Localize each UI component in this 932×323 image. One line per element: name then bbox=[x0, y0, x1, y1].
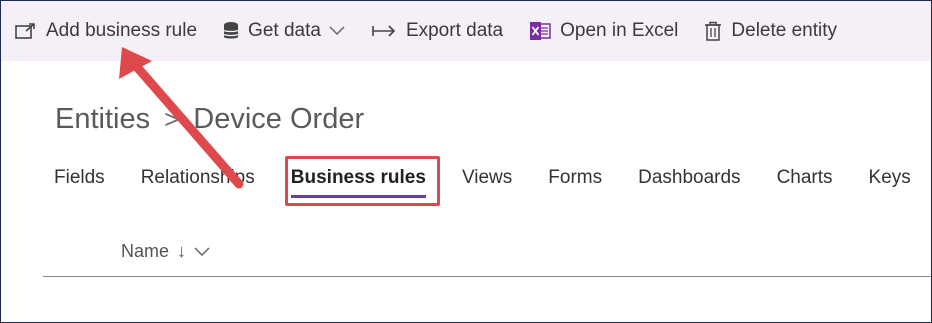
trash-icon bbox=[704, 21, 722, 41]
export-data-label: Export data bbox=[405, 20, 504, 41]
tab-relationships[interactable]: Relationships bbox=[141, 167, 255, 189]
add-business-rule-button[interactable]: Add business rule bbox=[15, 20, 197, 42]
database-icon bbox=[223, 21, 239, 41]
entity-tabs: Fields Relationships Business rules View… bbox=[54, 167, 931, 198]
open-in-excel-label: Open in Excel bbox=[560, 20, 679, 41]
tab-keys[interactable]: Keys bbox=[869, 167, 911, 189]
sort-descending-icon: ↓ bbox=[177, 241, 187, 261]
tab-charts[interactable]: Charts bbox=[777, 167, 833, 189]
command-bar: Add business rule Get data Export data O… bbox=[1, 1, 931, 61]
excel-icon bbox=[529, 21, 551, 41]
breadcrumb-separator: > bbox=[164, 104, 180, 134]
app-frame: Add business rule Get data Export data O… bbox=[0, 0, 932, 323]
delete-entity-button[interactable]: Delete entity bbox=[704, 20, 837, 42]
open-in-excel-button[interactable]: Open in Excel bbox=[529, 20, 678, 42]
tab-views[interactable]: Views bbox=[462, 167, 512, 189]
breadcrumb-current: Device Order bbox=[193, 103, 365, 135]
chevron-down-icon[interactable] bbox=[329, 26, 345, 36]
chevron-down-icon[interactable] bbox=[194, 246, 210, 257]
breadcrumb-root[interactable]: Entities bbox=[55, 103, 150, 136]
get-data-label: Get data bbox=[248, 20, 321, 41]
annotation-highlight-box bbox=[285, 156, 440, 206]
list-header-divider bbox=[43, 276, 931, 277]
name-column-header[interactable]: Name ↓ bbox=[121, 241, 210, 262]
tab-fields[interactable]: Fields bbox=[54, 167, 105, 189]
name-column-label: Name bbox=[121, 241, 170, 261]
breadcrumb: Entities > Device Order bbox=[55, 103, 364, 136]
export-arrow-icon bbox=[371, 24, 397, 38]
export-data-button[interactable]: Export data bbox=[371, 20, 503, 42]
add-rule-icon bbox=[15, 22, 37, 40]
add-business-rule-label: Add business rule bbox=[46, 20, 198, 41]
get-data-button[interactable]: Get data bbox=[223, 20, 345, 42]
tab-forms[interactable]: Forms bbox=[548, 167, 602, 189]
delete-entity-label: Delete entity bbox=[731, 20, 838, 41]
tab-dashboards[interactable]: Dashboards bbox=[638, 167, 740, 189]
